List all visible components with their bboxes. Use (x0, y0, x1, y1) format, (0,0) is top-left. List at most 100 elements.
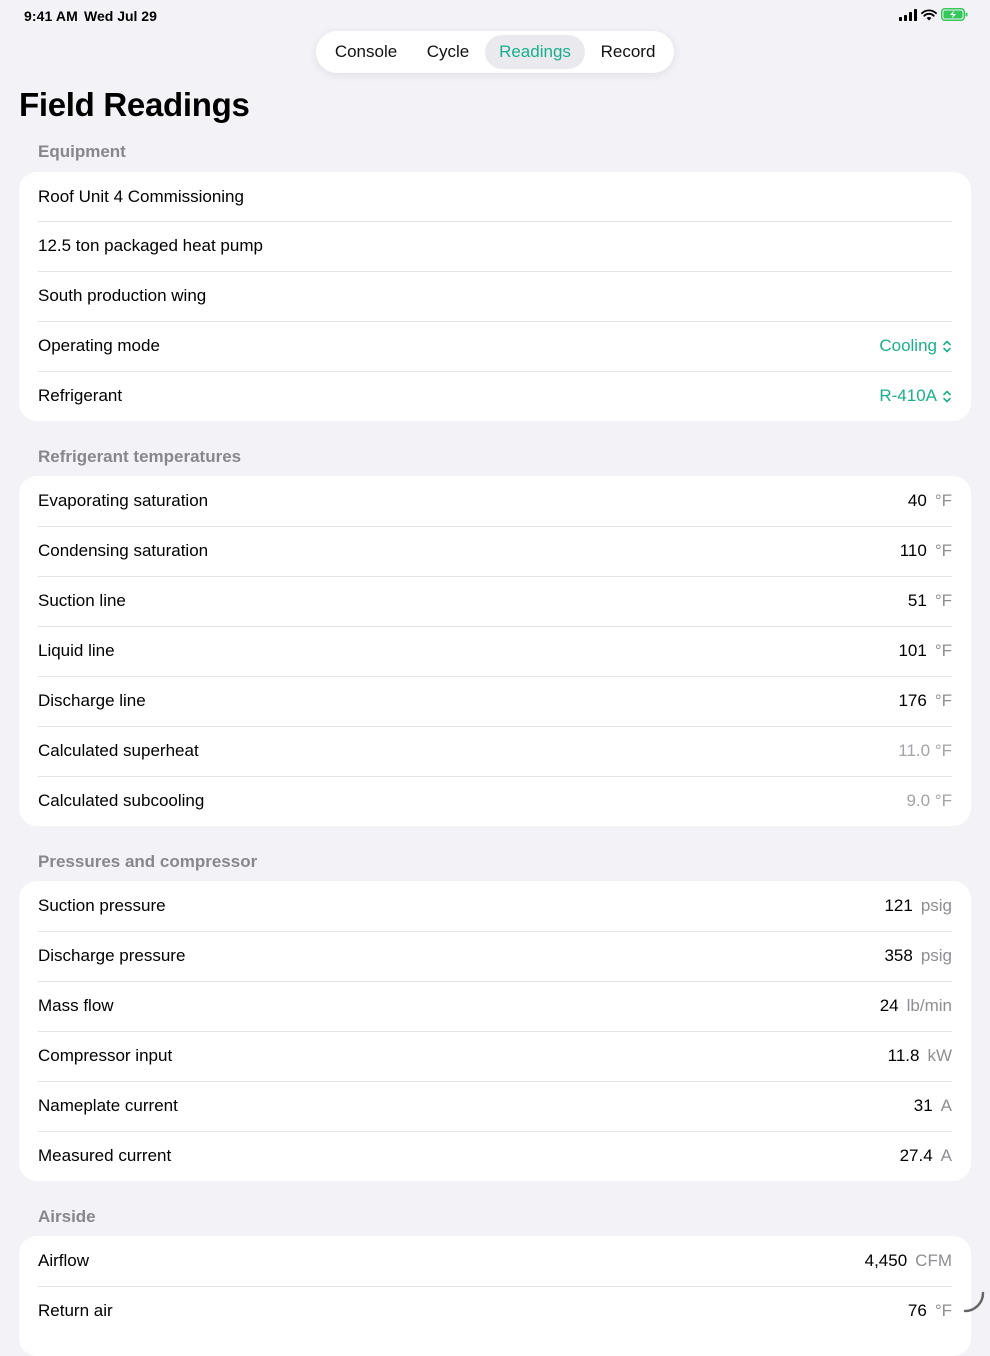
status-icons (899, 8, 968, 21)
equipment-location[interactable]: South production wing (38, 271, 206, 321)
row-divider (38, 371, 952, 372)
liquid-line-row: Liquid line 101 °F (19, 626, 971, 676)
section-header-airside: Airside (38, 1207, 96, 1226)
row-divider (38, 1131, 952, 1132)
calculated-subcooling-value: 9.0 °F (906, 791, 952, 810)
row-divider (38, 1286, 952, 1287)
row-divider (38, 981, 952, 982)
refrigerant-value: R-410A (879, 386, 937, 405)
mass-flow-input[interactable]: 24 (880, 981, 899, 1031)
row-label: Suction line (38, 591, 126, 610)
compressor-input-field[interactable]: 11.8 (888, 1031, 920, 1081)
nameplate-current-row: Nameplate current 31 A (19, 1081, 971, 1131)
equipment-name[interactable]: Roof Unit 4 Commissioning (38, 172, 244, 222)
suction-line-row: Suction line 51 °F (19, 576, 971, 626)
unit-label: CFM (915, 1251, 952, 1270)
row-label: Measured current (38, 1146, 172, 1165)
section-header-temperatures: Refrigerant temperatures (38, 447, 242, 466)
unit-label: A (940, 1096, 952, 1115)
battery-charging-icon (941, 8, 968, 21)
compressor-input-row: Compressor input 11.8 kW (19, 1031, 971, 1081)
unit-label: °F (934, 641, 952, 660)
row-divider (38, 626, 952, 627)
equipment-model[interactable]: 12.5 ton packaged heat pump (38, 221, 263, 271)
row-divider (38, 1031, 952, 1032)
evaporating-saturation-row: Evaporating saturation 40 °F (19, 476, 971, 526)
operating-mode-picker[interactable]: Cooling (879, 321, 952, 371)
unit-label: °F (934, 541, 952, 560)
scroll-indicator-icon[interactable] (962, 1290, 986, 1314)
liquid-line-input[interactable]: 101 (898, 626, 926, 676)
suction-pressure-input[interactable]: 121 (884, 881, 912, 931)
row-label: Discharge pressure (38, 946, 186, 965)
unit-label: °F (934, 591, 952, 610)
airside-card: Airflow 4,450 CFM Return air 76 °F (19, 1236, 971, 1356)
unit-label: °F (934, 691, 952, 710)
status-date: Wed Jul 29 (84, 8, 157, 24)
refrigerant-picker[interactable]: R-410A (879, 371, 952, 421)
row-label: Mass flow (38, 996, 114, 1015)
tab-bar: Console Cycle Readings Record (316, 31, 674, 73)
row-divider (38, 576, 952, 577)
row-divider (38, 321, 952, 322)
unit-label: psig (920, 896, 952, 915)
tab-record[interactable]: Record (588, 35, 668, 69)
unit-label: °F (934, 1301, 952, 1320)
row-label: Evaporating saturation (38, 491, 209, 510)
unit-label: psig (920, 946, 952, 965)
discharge-pressure-input[interactable]: 358 (884, 931, 912, 981)
suction-line-input[interactable]: 51 (908, 576, 927, 626)
operating-mode-label: Operating mode (38, 336, 160, 355)
mass-flow-row: Mass flow 24 lb/min (19, 981, 971, 1031)
equipment-name-row[interactable]: Roof Unit 4 Commissioning (19, 172, 971, 222)
row-label: Compressor input (38, 1046, 173, 1065)
row-label: Suction pressure (38, 896, 166, 915)
unit-label: °F (934, 491, 952, 510)
row-label: Discharge line (38, 691, 146, 710)
discharge-line-input[interactable]: 176 (898, 676, 926, 726)
calculated-subcooling-row: Calculated subcooling 9.0 °F (19, 776, 971, 826)
equipment-location-row[interactable]: South production wing (19, 271, 971, 321)
condensing-saturation-input[interactable]: 110 (900, 526, 927, 576)
row-label: Calculated superheat (38, 741, 199, 760)
chevron-up-down-icon (943, 340, 951, 352)
unit-label: A (940, 1146, 952, 1165)
airflow-row: Airflow 4,450 CFM (19, 1236, 971, 1286)
tab-cycle[interactable]: Cycle (412, 35, 484, 69)
row-label: Return air (38, 1301, 113, 1320)
row-label: Airflow (38, 1251, 90, 1270)
chevron-up-down-icon (943, 390, 951, 402)
calculated-superheat-row: Calculated superheat 11.0 °F (19, 726, 971, 776)
return-air-input[interactable]: 76 (908, 1286, 927, 1336)
cellular-signal-icon (899, 8, 917, 21)
equipment-model-row[interactable]: 12.5 ton packaged heat pump (19, 221, 971, 271)
measured-current-row: Measured current 27.4 A (19, 1131, 971, 1181)
page-title: Field Readings (19, 86, 250, 123)
section-header-pressures: Pressures and compressor (38, 852, 258, 871)
row-label: Nameplate current (38, 1096, 178, 1115)
tab-console[interactable]: Console (324, 35, 408, 69)
wifi-icon (921, 8, 937, 20)
status-time: 9:41 AM (24, 8, 78, 24)
row-label: Liquid line (38, 641, 115, 660)
unit-label: kW (927, 1046, 952, 1065)
measured-current-input[interactable]: 27.4 (900, 1131, 933, 1181)
condensing-saturation-row: Condensing saturation 110 °F (19, 526, 971, 576)
discharge-pressure-row: Discharge pressure 358 psig (19, 931, 971, 981)
evaporating-saturation-input[interactable]: 40 (908, 476, 927, 526)
tab-readings[interactable]: Readings (485, 35, 585, 69)
unit-label: lb/min (906, 996, 952, 1015)
row-divider (38, 676, 952, 677)
equipment-card: Roof Unit 4 Commissioning 12.5 ton packa… (19, 172, 971, 421)
discharge-line-row: Discharge line 176 °F (19, 676, 971, 726)
row-label: Condensing saturation (38, 541, 209, 560)
suction-pressure-row: Suction pressure 121 psig (19, 881, 971, 931)
temperatures-card: Evaporating saturation 40 °F Condensing s… (19, 476, 971, 826)
pressures-card: Suction pressure 121 psig Discharge press… (19, 881, 971, 1181)
return-air-row: Return air 76 °F (19, 1286, 971, 1336)
airflow-input[interactable]: 4,450 (865, 1236, 908, 1286)
row-label: Calculated subcooling (38, 791, 205, 810)
nameplate-current-input[interactable]: 31 (914, 1081, 933, 1131)
status-bar: 9:41 AM Wed Jul 29 (0, 0, 990, 30)
refrigerant-row: Refrigerant R-410A (19, 371, 971, 421)
